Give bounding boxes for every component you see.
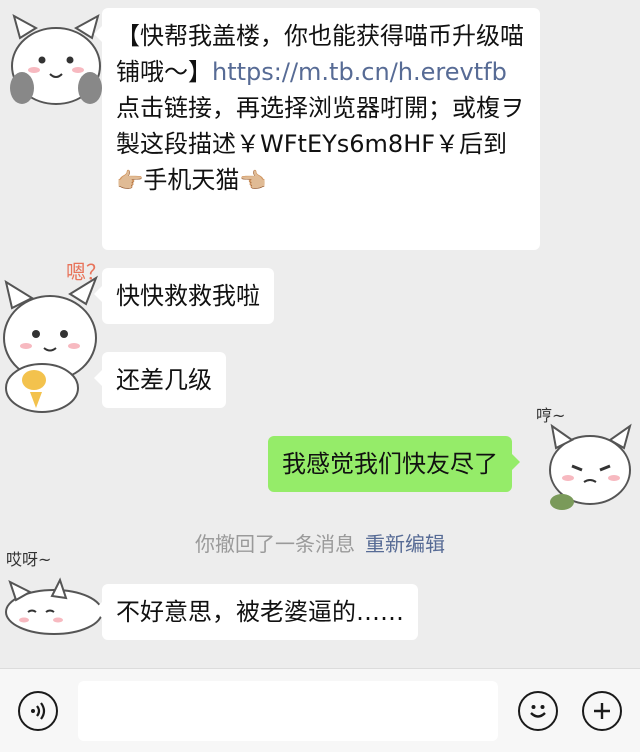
message-bubble-3[interactable]: 还差几级 — [94, 352, 226, 408]
input-bar — [0, 668, 640, 752]
chat-area: 【快帮我盖楼，你也能获得喵币升级喵铺哦～】https://m.tb.cn/h.e… — [0, 0, 640, 668]
message-text: 手机天猫 — [143, 166, 240, 194]
voice-button[interactable] — [18, 691, 58, 731]
pointing-right-emoji: 👉🏼 — [116, 169, 144, 194]
message-text: 不好意思，被老婆逼的…… — [116, 598, 404, 626]
cat-avatar-1[interactable] — [0, 8, 112, 108]
emoji-button[interactable] — [518, 691, 558, 731]
message-bubble-5[interactable]: 不好意思，被老婆逼的…… — [94, 584, 418, 640]
message-input[interactable] — [78, 681, 498, 741]
cat-avatar-own[interactable] — [538, 418, 638, 512]
recall-notice: 你撤回了一条消息 重新编辑 — [0, 528, 640, 557]
more-button[interactable] — [582, 691, 622, 731]
message-link[interactable]: https://m.tb.cn/h.erevtfb — [212, 58, 507, 86]
message-bubble-4[interactable]: 我感觉我们快友尽了 — [268, 436, 520, 492]
recall-text: 你撤回了一条消息 — [195, 532, 355, 556]
message-bubble-1[interactable]: 【快帮我盖楼，你也能获得喵币升级喵铺哦～】https://m.tb.cn/h.e… — [94, 8, 540, 250]
voice-icon — [31, 702, 46, 720]
message-bubble-2[interactable]: 快快救救我啦 — [94, 268, 274, 324]
message-text: 快快救救我啦 — [116, 282, 260, 310]
pointing-left-emoji: 👈🏼 — [239, 169, 267, 194]
sticker-doodle-text: 哎呀~ — [6, 550, 52, 569]
message-text: 我感觉我们快友尽了 — [282, 450, 498, 478]
plus-icon — [594, 703, 610, 719]
re-edit-link[interactable]: 重新编辑 — [365, 532, 445, 556]
smiley-icon — [530, 705, 546, 718]
message-text: 点击链接，再选择浏览器咑開；或椱ヲ製这段描述￥WFtEYs6m8HF￥后到 — [116, 94, 524, 158]
message-text: 还差几级 — [116, 366, 212, 394]
